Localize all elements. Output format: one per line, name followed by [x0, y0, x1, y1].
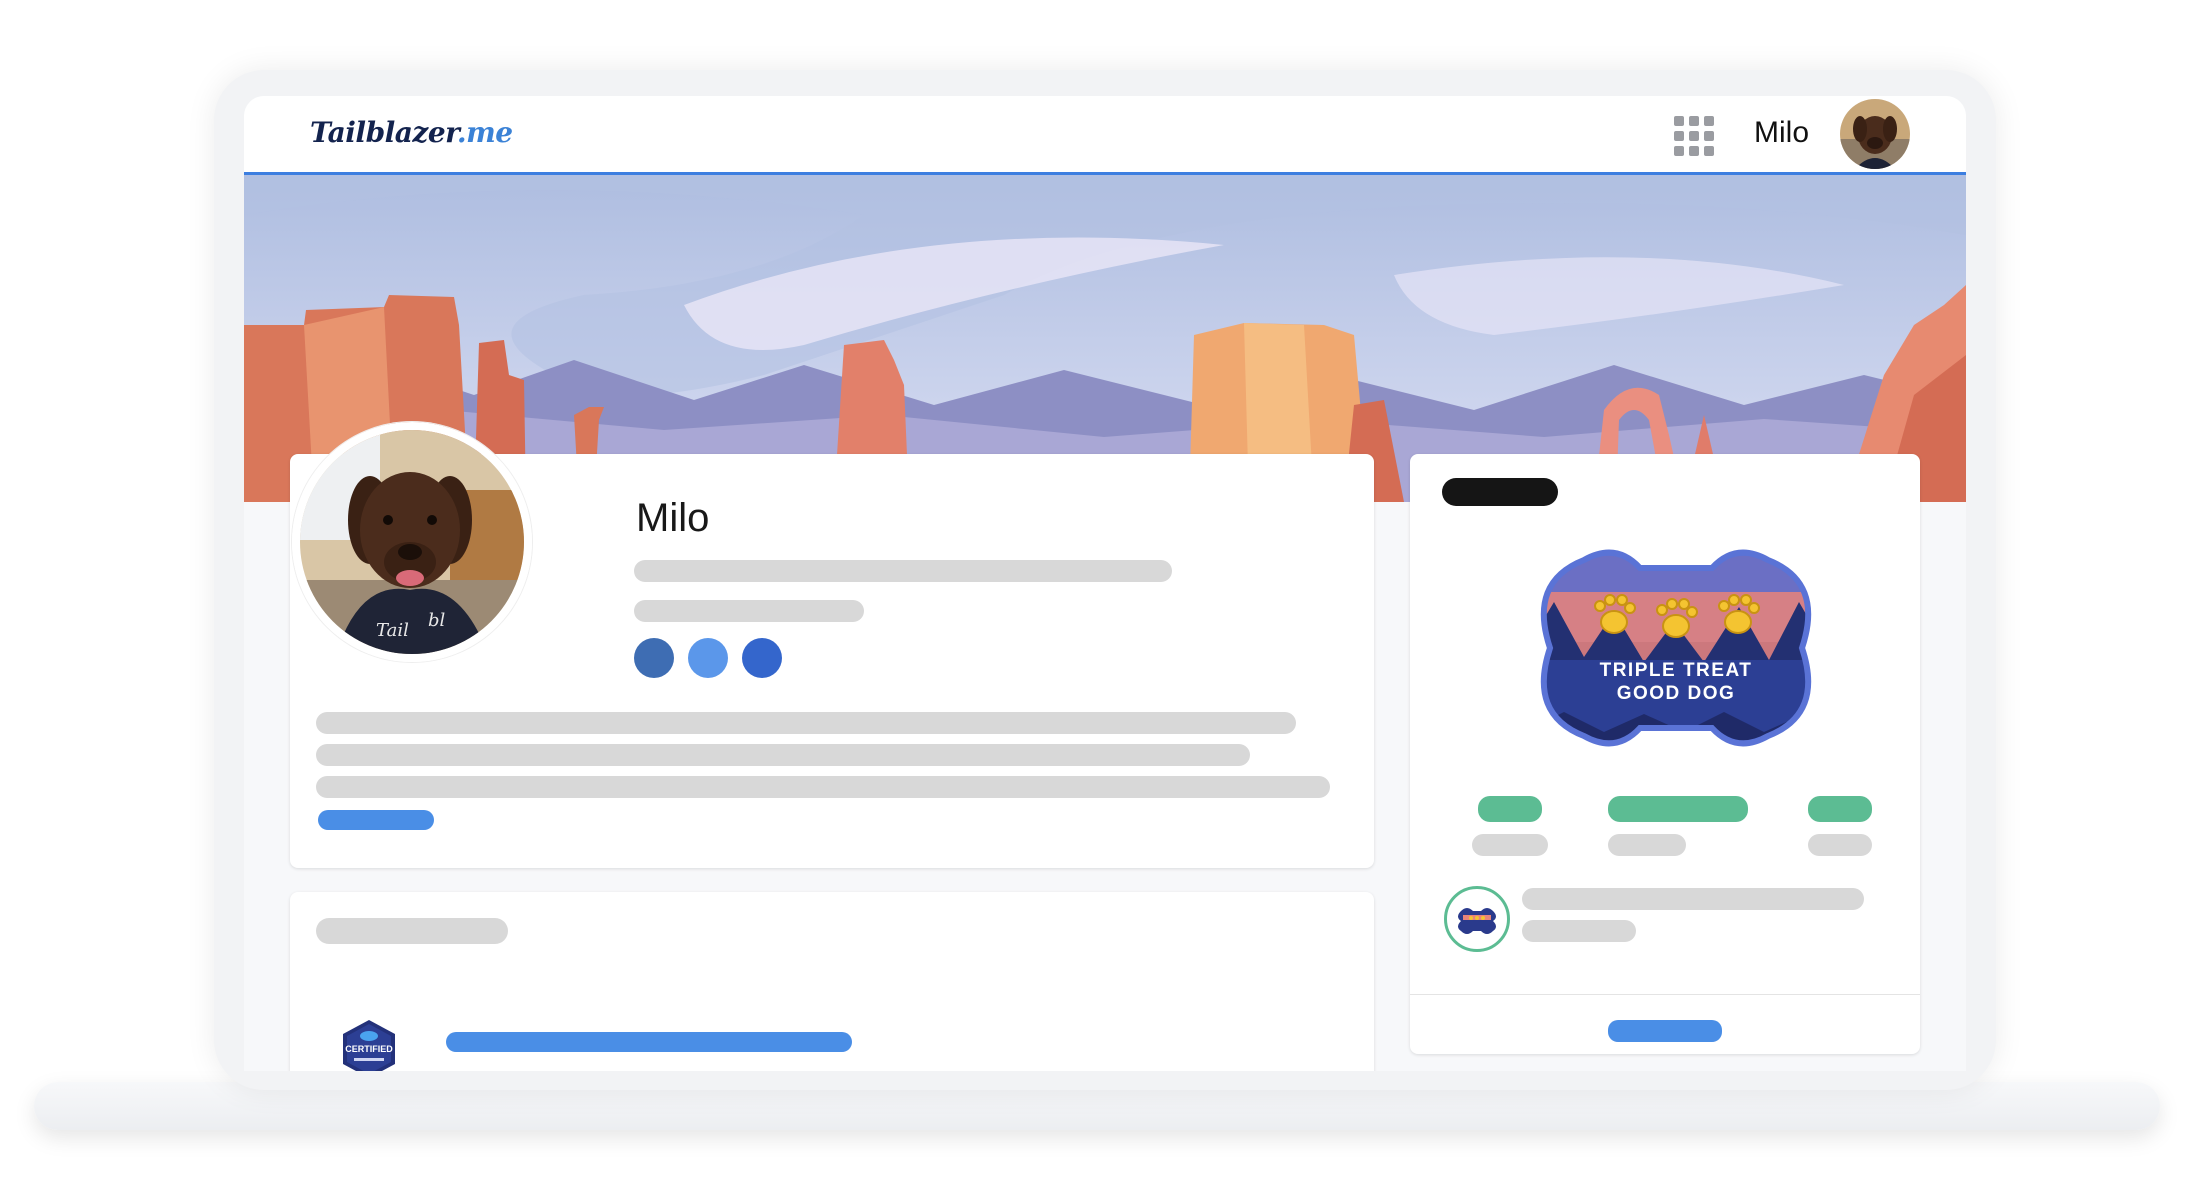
social-link-icon[interactable] — [634, 638, 674, 678]
certification-link[interactable] — [446, 1032, 852, 1052]
card-divider — [1410, 994, 1920, 995]
profile-name: Milo — [636, 496, 710, 540]
stat-value-placeholder — [1608, 796, 1748, 822]
featured-badge-card: TRIPLE TREAT GOOD DOG — [1410, 454, 1920, 1054]
bio-line-placeholder — [316, 744, 1250, 766]
recent-badge-icon[interactable] — [1444, 886, 1510, 952]
header-avatar[interactable] — [1840, 99, 1910, 169]
logo-main-text: Tailblazer — [310, 116, 457, 149]
social-link-icon[interactable] — [688, 638, 728, 678]
profile-avatar[interactable]: Tail bl — [292, 422, 532, 662]
svg-text:bl: bl — [428, 610, 446, 631]
bio-more-link[interactable] — [318, 810, 434, 830]
bio-line-placeholder — [316, 712, 1296, 734]
stat-label-placeholder — [1472, 834, 1548, 856]
logo-tld-text: .me — [456, 116, 513, 149]
profile-company-placeholder — [634, 600, 864, 622]
certification-badge-icon[interactable]: CERTIFIED — [338, 1018, 400, 1071]
canyon-banner-illustration — [244, 175, 1966, 502]
app-screen: Tailblazer.me Milo Milo Tail bl CERTIFIE… — [244, 96, 1966, 1071]
stat-label-placeholder — [1808, 834, 1872, 856]
stat-value-placeholder — [1478, 796, 1542, 822]
badge-line1: TRIPLE TREAT — [1600, 660, 1753, 681]
app-launcher-grid-icon[interactable] — [1674, 116, 1714, 156]
header-user-name[interactable]: Milo — [1754, 116, 1809, 150]
svg-text:Tail: Tail — [376, 620, 409, 641]
featured-badge-label-placeholder — [1442, 478, 1558, 506]
recent-badge-subtitle-placeholder — [1522, 920, 1636, 942]
bio-line-placeholder — [316, 776, 1330, 798]
stat-value-placeholder — [1808, 796, 1872, 822]
recent-badge-title-placeholder — [1522, 888, 1864, 910]
certification-badge-text: CERTIFIED — [345, 1044, 393, 1054]
top-navigation-bar: Tailblazer.me Milo — [244, 96, 1966, 175]
profile-title-placeholder — [634, 560, 1172, 582]
section-title-placeholder — [316, 918, 508, 944]
triple-treat-good-dog-badge[interactable]: TRIPLE TREAT GOOD DOG — [1524, 542, 1828, 754]
social-link-icon[interactable] — [742, 638, 782, 678]
stat-label-placeholder — [1608, 834, 1686, 856]
tailblazer-logo[interactable]: Tailblazer.me — [310, 116, 513, 149]
activity-card: CERTIFIED — [290, 892, 1374, 1071]
view-all-badges-link[interactable] — [1608, 1020, 1722, 1042]
badge-line2: GOOD DOG — [1617, 683, 1736, 704]
